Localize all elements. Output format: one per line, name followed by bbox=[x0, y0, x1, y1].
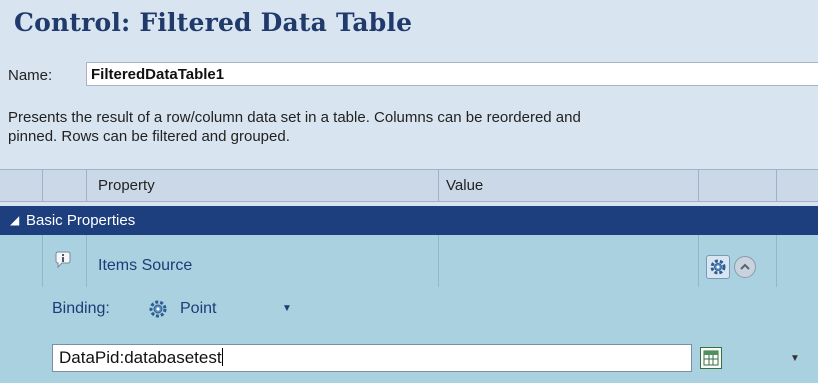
chevron-up-icon bbox=[740, 263, 750, 270]
binding-dropdown-icon[interactable]: ▼ bbox=[282, 303, 292, 314]
column-header-property[interactable]: Property bbox=[98, 177, 155, 194]
name-label: Name: bbox=[8, 67, 53, 84]
info-icon bbox=[55, 251, 71, 269]
row-divider bbox=[42, 235, 43, 287]
text-cursor bbox=[221, 348, 223, 366]
column-divider bbox=[698, 170, 699, 201]
property-label: Items Source bbox=[98, 257, 193, 274]
binding-gear-button[interactable] bbox=[706, 255, 730, 279]
title-bar: Control: Filtered Data Table bbox=[0, 0, 818, 44]
collapse-arrow-icon[interactable]: ◢ bbox=[10, 213, 19, 227]
binding-row: Binding: Point ▼ bbox=[0, 295, 818, 325]
expression-dropdown-icon[interactable]: ▼ bbox=[790, 353, 800, 364]
column-divider bbox=[42, 170, 43, 201]
property-editor: Items Source Binding: Point ▼ DataPid:da… bbox=[0, 235, 818, 383]
table-icon bbox=[703, 350, 719, 366]
description-line-1: Presents the result of a row/column data… bbox=[8, 109, 581, 126]
items-source-expression-input[interactable]: DataPid:databasetest bbox=[52, 344, 692, 372]
description: Presents the result of a row/column data… bbox=[8, 108, 814, 146]
column-divider bbox=[86, 170, 87, 201]
description-line-2: pinned. Rows can be filtered and grouped… bbox=[8, 128, 290, 145]
gear-icon bbox=[710, 259, 726, 275]
column-divider bbox=[438, 170, 439, 201]
column-header-value[interactable]: Value bbox=[446, 177, 483, 194]
binding-type-value[interactable]: Point bbox=[180, 300, 216, 318]
column-divider bbox=[776, 170, 777, 201]
property-row-items-source[interactable]: Items Source bbox=[0, 235, 818, 287]
group-row-basic-properties[interactable]: ◢ Basic Properties bbox=[0, 206, 818, 235]
name-row: Name: FilteredDataTable1 bbox=[0, 60, 818, 92]
grid-header: Property Value bbox=[0, 169, 818, 202]
binding-label: Binding: bbox=[52, 300, 110, 317]
expression-text: DataPid:databasetest bbox=[59, 348, 222, 367]
gear-icon[interactable] bbox=[146, 297, 170, 321]
row-divider bbox=[86, 235, 87, 287]
row-divider bbox=[438, 235, 439, 287]
row-divider bbox=[776, 235, 777, 287]
table-picker-button[interactable] bbox=[700, 347, 722, 369]
group-label: Basic Properties bbox=[26, 212, 136, 229]
page-title: Control: Filtered Data Table bbox=[14, 8, 413, 37]
collapse-button[interactable] bbox=[734, 256, 756, 278]
name-field[interactable]: FilteredDataTable1 bbox=[86, 62, 818, 86]
row-divider bbox=[698, 235, 699, 287]
